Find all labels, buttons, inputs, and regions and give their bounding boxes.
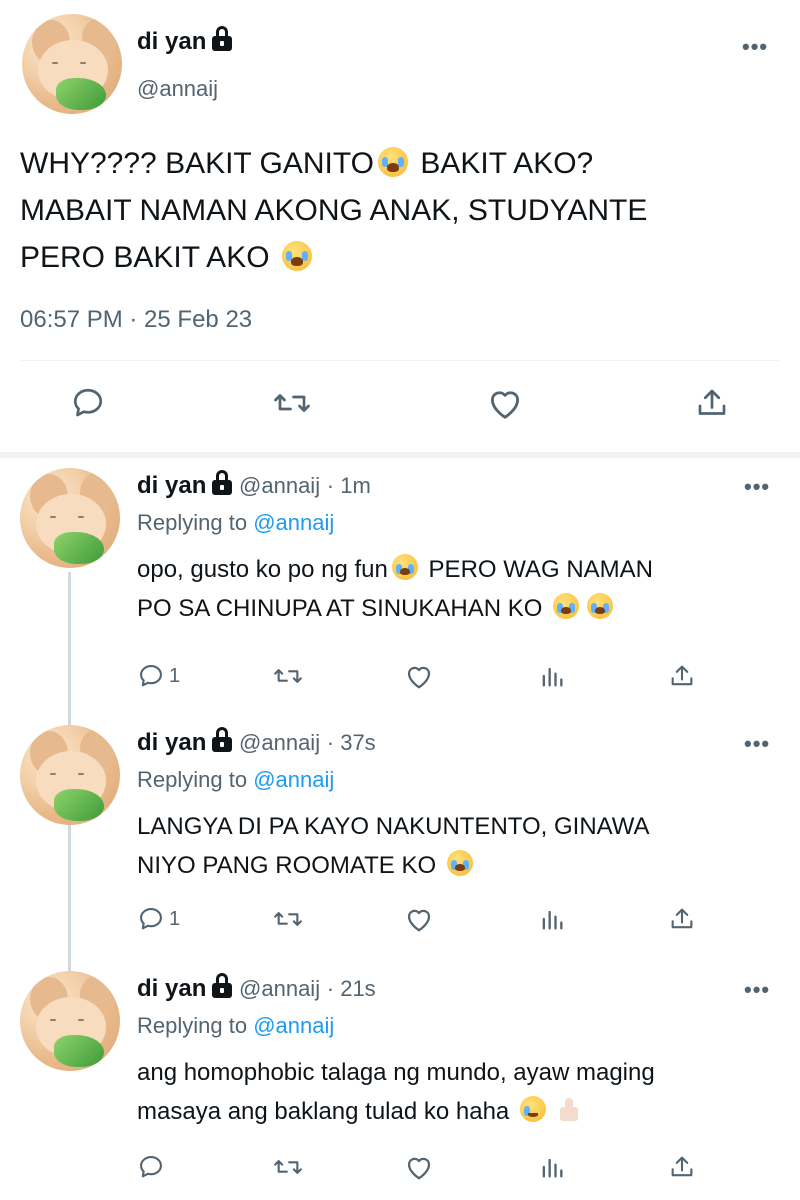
loudly-crying-emoji-icon: [446, 850, 473, 876]
replying-to-link[interactable]: @annaij: [253, 1013, 334, 1038]
divider: [20, 360, 780, 361]
retweet-icon[interactable]: [272, 662, 304, 690]
reply-button[interactable]: 1: [137, 662, 180, 690]
author-name-row[interactable]: di yan: [137, 26, 233, 56]
reply-actions: 1: [0, 905, 800, 935]
main-tweet: di yan @annaij ••• WHY???? BAKIT GANITO …: [0, 0, 800, 452]
replying-to-link[interactable]: @annaij: [253, 510, 334, 535]
reply-time[interactable]: · 21s: [327, 976, 376, 1001]
loudly-crying-emoji-icon: [391, 554, 418, 580]
loudly-crying-emoji-icon: [378, 147, 409, 177]
tweet-text: WHY???? BAKIT GANITO BAKIT AKO? MABAIT N…: [20, 140, 780, 281]
reply-tweet: di yan @annaij · 37s ••• Replying to @an…: [0, 725, 800, 969]
retweet-icon[interactable]: [272, 385, 312, 421]
retweet-icon[interactable]: [272, 1153, 304, 1181]
reply-actions: [0, 1153, 800, 1183]
reply-text-line: PO SA CHINUPA AT SINUKAHAN KO: [137, 595, 543, 622]
reply-text: ang homophobic talaga ng mundo, ayaw mag…: [137, 1053, 777, 1131]
reply-tweet: di yan @annaij · 1m ••• Replying to @ann…: [0, 468, 800, 712]
reply-count: 1: [169, 907, 181, 930]
more-options-icon[interactable]: •••: [744, 731, 770, 757]
views-icon[interactable]: [538, 662, 566, 690]
reply-time[interactable]: · 37s: [327, 730, 376, 755]
author-handle[interactable]: @annaij: [137, 76, 218, 102]
reply-header: di yan @annaij · 1m: [137, 470, 371, 500]
reply-text-line: masaya ang baklang tulad ko haha: [137, 1098, 510, 1125]
replying-to-link[interactable]: @annaij: [253, 767, 334, 792]
reply-text-line: PERO WAG NAMAN: [428, 556, 654, 583]
reply-time[interactable]: · 1m: [327, 473, 371, 498]
tweet-text-line: BAKIT AKO?: [420, 147, 594, 180]
replying-label: Replying to: [137, 510, 248, 535]
author-handle[interactable]: @annaij: [239, 976, 320, 1001]
share-icon[interactable]: [668, 662, 696, 690]
lock-icon: [212, 727, 233, 752]
like-icon[interactable]: [404, 1153, 434, 1181]
retweet-icon[interactable]: [272, 905, 304, 933]
reply-text-line: opo, gusto ko po ng fun: [137, 556, 388, 583]
reply-icon[interactable]: [137, 1153, 165, 1181]
replying-label: Replying to: [137, 1013, 248, 1038]
replying-label: Replying to: [137, 767, 248, 792]
thumbs-up-emoji-icon: [556, 1097, 582, 1123]
like-icon[interactable]: [404, 905, 434, 933]
tweet-text-line: PERO BAKIT AKO: [20, 241, 270, 274]
reply-text-line: NIYO PANG ROOMATE KO: [137, 852, 437, 879]
reply-text: opo, gusto ko po ng fun PERO WAG NAMAN P…: [137, 550, 777, 628]
reply-tweet: di yan @annaij · 21s ••• Replying to @an…: [0, 971, 800, 1200]
tweet-text-line: WHY???? BAKIT GANITO: [20, 147, 375, 180]
smiling-tear-emoji-icon: [519, 1096, 546, 1122]
reply-text-line: ang homophobic talaga ng mundo, ayaw mag…: [137, 1059, 655, 1086]
views-icon[interactable]: [538, 905, 566, 933]
more-options-icon[interactable]: •••: [744, 474, 770, 500]
tweet-actions: [0, 385, 800, 435]
reply-actions: 1: [0, 662, 800, 692]
author-handle[interactable]: @annaij: [239, 730, 320, 755]
like-icon[interactable]: [486, 385, 524, 421]
reply-icon: [140, 908, 162, 930]
lock-icon: [212, 973, 233, 998]
like-icon[interactable]: [404, 662, 434, 690]
loudly-crying-emoji-icon: [587, 593, 614, 619]
views-icon[interactable]: [538, 1153, 566, 1181]
avatar[interactable]: [20, 468, 120, 568]
more-options-icon[interactable]: •••: [742, 34, 768, 60]
share-icon[interactable]: [668, 1153, 696, 1181]
loudly-crying-emoji-icon: [281, 241, 312, 271]
section-separator: [0, 452, 800, 458]
tweet-timestamp[interactable]: 06:57 PM · 25 Feb 23: [20, 306, 252, 334]
tweet-text-line: MABAIT NAMAN AKONG ANAK, STUDYANTE: [20, 194, 648, 227]
avatar[interactable]: [22, 14, 122, 114]
loudly-crying-emoji-icon: [553, 593, 580, 619]
lock-icon: [212, 470, 233, 495]
avatar[interactable]: [20, 725, 120, 825]
replying-to: Replying to @annaij: [137, 510, 334, 536]
more-options-icon[interactable]: •••: [744, 977, 770, 1003]
reply-count: 1: [169, 664, 181, 687]
replying-to: Replying to @annaij: [137, 767, 334, 793]
lock-icon: [212, 26, 233, 51]
reply-button[interactable]: 1: [137, 905, 180, 933]
reply-header: di yan @annaij · 37s: [137, 727, 376, 757]
reply-icon: [140, 665, 162, 687]
share-icon[interactable]: [668, 905, 696, 933]
reply-text: LANGYA DI PA KAYO NAKUNTENTO, GINAWA NIY…: [137, 807, 777, 885]
author-name[interactable]: di yan: [137, 28, 206, 55]
avatar[interactable]: [20, 971, 120, 1071]
author-name[interactable]: di yan: [137, 975, 206, 1002]
share-icon[interactable]: [694, 385, 730, 421]
author-name[interactable]: di yan: [137, 472, 206, 499]
reply-icon[interactable]: [70, 385, 106, 421]
author-name[interactable]: di yan: [137, 729, 206, 756]
reply-header: di yan @annaij · 21s: [137, 973, 376, 1003]
reply-text-line: LANGYA DI PA KAYO NAKUNTENTO, GINAWA: [137, 813, 650, 840]
replying-to: Replying to @annaij: [137, 1013, 334, 1039]
author-handle[interactable]: @annaij: [239, 473, 320, 498]
